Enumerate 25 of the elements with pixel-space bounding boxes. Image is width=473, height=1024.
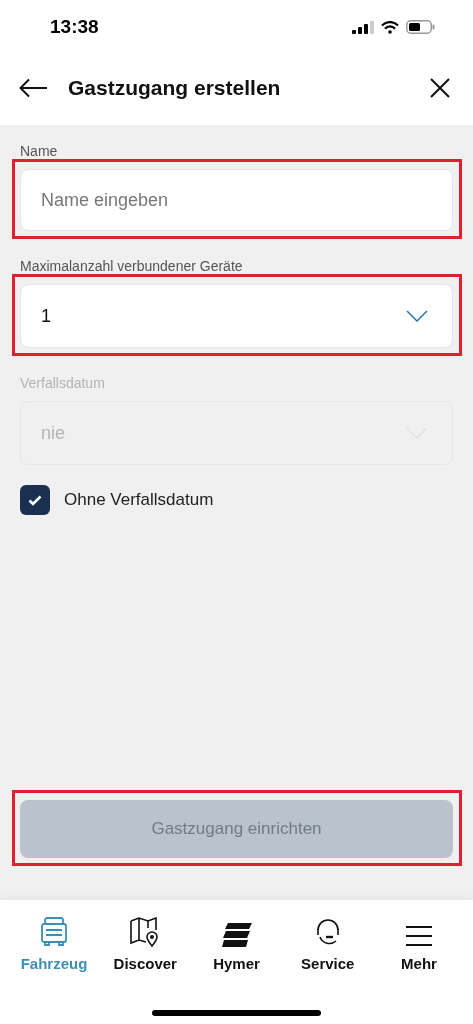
- checkmark-icon: [28, 494, 42, 506]
- chevron-down-icon: [406, 310, 428, 322]
- nav-tab[interactable]: Discover: [107, 915, 184, 1024]
- stripes-logo-icon: [221, 923, 252, 947]
- wifi-icon: [381, 20, 399, 34]
- camper-icon: [41, 917, 67, 947]
- field-label: Maximalanzahl verbundener Geräte: [20, 257, 244, 275]
- dropdown-field[interactable]: 1: [20, 284, 453, 348]
- checkbox[interactable]: [20, 485, 50, 515]
- menu-icon: [406, 925, 432, 947]
- nav-tab[interactable]: Hymer: [198, 915, 275, 1024]
- name-input-field[interactable]: Name eingeben: [20, 169, 453, 231]
- nav-tab[interactable]: Mehr: [381, 915, 457, 1024]
- battery-icon: [406, 20, 435, 34]
- nav-tab[interactable]: Service: [289, 915, 366, 1024]
- field-label: Verfallsdatum: [20, 374, 106, 392]
- close-icon[interactable]: [430, 77, 450, 98]
- nav-tab[interactable]: Fahrzeug: [16, 915, 92, 1024]
- field-label: Name: [20, 142, 59, 160]
- signal-icon: [352, 20, 374, 34]
- page-title: Gastzugang erstellen: [68, 74, 282, 101]
- checkbox-label: Ohne Verfallsdatum: [64, 489, 214, 512]
- status-time: 13:38: [50, 14, 99, 39]
- map-pin-icon: [130, 917, 161, 947]
- back-arrow-icon[interactable]: [19, 77, 48, 98]
